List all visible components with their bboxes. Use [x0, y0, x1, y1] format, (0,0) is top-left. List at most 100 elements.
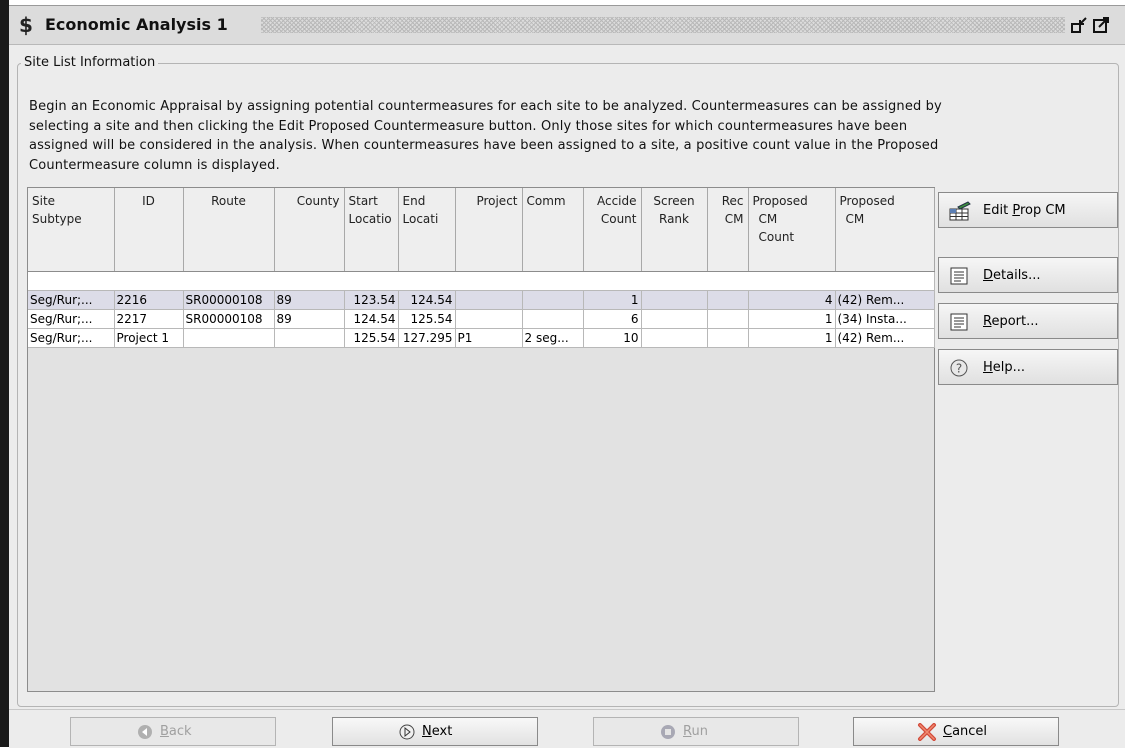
details-label: Details... [983, 268, 1041, 283]
report-icon [949, 312, 969, 332]
cell-start-location: 124.54 [344, 309, 399, 329]
table-header-row: Site Subtype ID Route County Start Locatio… [28, 188, 935, 272]
column-header-comment[interactable]: Comm [522, 188, 584, 272]
column-header-county[interactable]: County [274, 188, 345, 272]
cell-county: 89 [274, 309, 345, 329]
report-label: Report... [983, 314, 1039, 329]
cell-site-subtype: Seg/Rur;... [28, 290, 115, 310]
back-arrow-icon [137, 724, 153, 740]
run-button[interactable]: Run [593, 717, 799, 746]
close-x-icon [917, 723, 937, 741]
site-grid: Site Subtype ID Route County Start Locatio… [28, 188, 935, 348]
cell-rec-cm [707, 309, 749, 329]
intro-line: assigned will be considered in the analy… [29, 138, 939, 154]
intro-line: selecting a site and then clicking the E… [29, 118, 908, 134]
cell-accident-count: 10 [583, 328, 642, 348]
column-header-screen-rank[interactable]: Screen Rank [641, 188, 708, 272]
cell-proposed-cm: (34) Insta... [835, 309, 935, 329]
column-header-site-subtype[interactable]: Site Subtype [28, 188, 115, 272]
cell-project [455, 290, 523, 310]
cell-end-location: 127.295 [398, 328, 456, 348]
document-icon [949, 266, 969, 286]
cell-screen-rank [641, 328, 708, 348]
column-header-end-location[interactable]: End Locati [398, 188, 456, 272]
next-arrow-icon [399, 724, 415, 740]
help-icon: ? [949, 358, 969, 378]
column-header-accident-count[interactable]: Accide Count [583, 188, 642, 272]
column-header-id[interactable]: ID [114, 188, 184, 272]
details-button[interactable]: Details... [938, 257, 1118, 293]
edit-prop-cm-label: Edit Prop CM [983, 203, 1066, 218]
site-table[interactable]: Site Subtype ID Route County Start Locatio… [27, 187, 935, 692]
back-button[interactable]: Back [70, 717, 276, 746]
window-title: Economic Analysis 1 [45, 15, 228, 34]
intro-text: Begin an Economic Appraisal by assigning… [29, 97, 1099, 175]
table-spacer [28, 271, 935, 291]
cell-comment [522, 290, 584, 310]
cell-route: SR00000108 [183, 290, 275, 310]
cell-end-location: 125.54 [398, 309, 456, 329]
column-header-rec-cm[interactable]: Rec CM [707, 188, 749, 272]
footer-divider [9, 709, 1125, 710]
cell-project [455, 309, 523, 329]
cell-start-location: 125.54 [344, 328, 399, 348]
table-row[interactable]: Seg/Rur;... 2216 SR00000108 89 123.54 12… [28, 290, 935, 310]
edit-table-icon [949, 201, 971, 221]
window-left-edge [0, 0, 9, 747]
cell-start-location: 123.54 [344, 290, 399, 310]
cell-comment: 2 seg... [522, 328, 584, 348]
cell-id: 2217 [114, 309, 184, 329]
cell-proposed-cm-count: 1 [748, 328, 836, 348]
run-label: Run [683, 724, 708, 739]
dollar-sign-icon: $ [19, 13, 33, 37]
title-bar-grip [261, 17, 1065, 33]
intro-line: Countermeasure column is displayed. [29, 157, 280, 173]
cell-site-subtype: Seg/Rur;... [28, 328, 115, 348]
column-header-start-location[interactable]: Start Locatio [344, 188, 399, 272]
cell-id: 2216 [114, 290, 184, 310]
cell-rec-cm [707, 290, 749, 310]
next-button[interactable]: Next [332, 717, 538, 746]
cell-comment [522, 309, 584, 329]
column-header-project[interactable]: Project [455, 188, 523, 272]
cell-rec-cm [707, 328, 749, 348]
cancel-button[interactable]: Cancel [853, 717, 1059, 746]
group-label: Site List Information [21, 55, 159, 71]
cell-accident-count: 1 [583, 290, 642, 310]
cell-proposed-cm-count: 1 [748, 309, 836, 329]
cell-site-subtype: Seg/Rur;... [28, 309, 115, 329]
maximize-icon[interactable] [1092, 16, 1110, 34]
window-frame: $ Economic Analysis 1 Site List Informat… [9, 5, 1125, 748]
intro-line: Begin an Economic Appraisal by assigning… [29, 99, 942, 114]
cell-screen-rank [641, 290, 708, 310]
cell-proposed-cm: (42) Rem... [835, 328, 935, 348]
cell-proposed-cm: (42) Rem... [835, 290, 935, 310]
cancel-label: Cancel [943, 724, 988, 739]
cell-county [274, 328, 345, 348]
run-icon [660, 724, 676, 740]
cell-end-location: 124.54 [398, 290, 456, 310]
cell-accident-count: 6 [583, 309, 642, 329]
back-label: Back [160, 724, 192, 739]
svg-text:?: ? [956, 362, 962, 376]
cell-project: P1 [455, 328, 523, 348]
help-button[interactable]: ? Help... [938, 349, 1118, 385]
economic-analysis-window: $ Economic Analysis 1 Site List Informat… [0, 0, 1125, 748]
help-label: Help... [983, 360, 1026, 375]
cell-screen-rank [641, 309, 708, 329]
next-label: Next [422, 724, 453, 739]
column-header-route[interactable]: Route [183, 188, 275, 272]
cell-route [183, 328, 275, 348]
edit-prop-cm-button[interactable]: Edit Prop CM [938, 192, 1118, 228]
minimize-icon[interactable] [1070, 16, 1088, 34]
title-bar[interactable]: $ Economic Analysis 1 [9, 6, 1125, 45]
table-row[interactable]: Seg/Rur;... 2217 SR00000108 89 124.54 12… [28, 309, 935, 329]
cell-proposed-cm-count: 4 [748, 290, 836, 310]
report-button[interactable]: Report... [938, 303, 1118, 339]
column-header-proposed-cm-count[interactable]: Proposed CM Count [748, 188, 836, 272]
column-header-proposed-cm[interactable]: Proposed CM [835, 188, 935, 272]
cell-route: SR00000108 [183, 309, 275, 329]
cell-id: Project 1 [114, 328, 184, 348]
cell-county: 89 [274, 290, 345, 310]
table-row[interactable]: Seg/Rur;... Project 1 125.54 127.295 P1 … [28, 328, 935, 348]
